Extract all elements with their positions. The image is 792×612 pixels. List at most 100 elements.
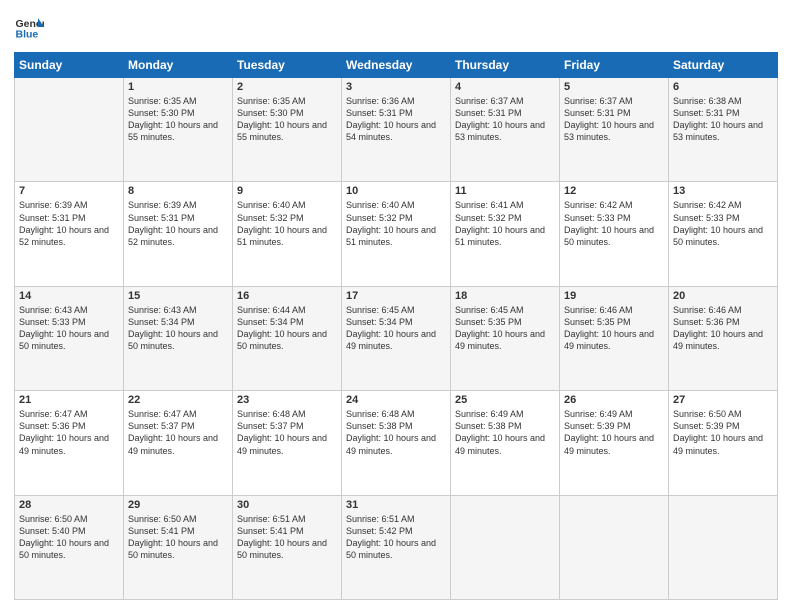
calendar-cell: 23 Sunrise: 6:48 AMSunset: 5:37 PMDayligh… [233, 391, 342, 495]
day-number: 5 [564, 81, 664, 93]
cell-info: Sunrise: 6:37 AMSunset: 5:31 PMDaylight:… [564, 95, 664, 144]
calendar-table: SundayMondayTuesdayWednesdayThursdayFrid… [14, 52, 778, 600]
cell-info: Sunrise: 6:45 AMSunset: 5:34 PMDaylight:… [346, 304, 446, 353]
day-number: 12 [564, 185, 664, 197]
cell-info: Sunrise: 6:50 AMSunset: 5:40 PMDaylight:… [19, 513, 119, 562]
day-number: 27 [673, 394, 773, 406]
day-header-sunday: Sunday [15, 53, 124, 78]
day-number: 22 [128, 394, 228, 406]
calendar-cell: 2 Sunrise: 6:35 AMSunset: 5:30 PMDaylight… [233, 78, 342, 182]
cell-info: Sunrise: 6:42 AMSunset: 5:33 PMDaylight:… [673, 199, 773, 248]
day-number: 20 [673, 290, 773, 302]
week-row-1: 7 Sunrise: 6:39 AMSunset: 5:31 PMDaylight… [15, 182, 778, 286]
day-number: 3 [346, 81, 446, 93]
cell-info: Sunrise: 6:50 AMSunset: 5:41 PMDaylight:… [128, 513, 228, 562]
calendar-cell [560, 495, 669, 599]
cell-info: Sunrise: 6:35 AMSunset: 5:30 PMDaylight:… [237, 95, 337, 144]
cell-info: Sunrise: 6:40 AMSunset: 5:32 PMDaylight:… [237, 199, 337, 248]
calendar-cell: 18 Sunrise: 6:45 AMSunset: 5:35 PMDayligh… [451, 286, 560, 390]
day-number: 1 [128, 81, 228, 93]
calendar-cell: 10 Sunrise: 6:40 AMSunset: 5:32 PMDayligh… [342, 182, 451, 286]
day-number: 7 [19, 185, 119, 197]
calendar-cell: 24 Sunrise: 6:48 AMSunset: 5:38 PMDayligh… [342, 391, 451, 495]
calendar-header-row: SundayMondayTuesdayWednesdayThursdayFrid… [15, 53, 778, 78]
calendar-cell: 8 Sunrise: 6:39 AMSunset: 5:31 PMDaylight… [124, 182, 233, 286]
cell-info: Sunrise: 6:50 AMSunset: 5:39 PMDaylight:… [673, 408, 773, 457]
logo: General Blue [14, 12, 44, 42]
calendar-cell: 19Sunrise: 6:46 AMSunset: 5:35 PMDayligh… [560, 286, 669, 390]
day-number: 24 [346, 394, 446, 406]
cell-info: Sunrise: 6:37 AMSunset: 5:31 PMDaylight:… [455, 95, 555, 144]
calendar-cell [451, 495, 560, 599]
calendar-cell: 21 Sunrise: 6:47 AMSunset: 5:36 PMDayligh… [15, 391, 124, 495]
header: General Blue [14, 12, 778, 42]
day-number: 29 [128, 499, 228, 511]
cell-info: Sunrise: 6:42 AMSunset: 5:33 PMDaylight:… [564, 199, 664, 248]
calendar-cell: 15Sunrise: 6:43 AMSunset: 5:34 PMDayligh… [124, 286, 233, 390]
calendar-cell: 31Sunrise: 6:51 AMSunset: 5:42 PMDayligh… [342, 495, 451, 599]
calendar-cell: 4 Sunrise: 6:37 AMSunset: 5:31 PMDaylight… [451, 78, 560, 182]
day-header-saturday: Saturday [669, 53, 778, 78]
calendar-cell: 3Sunrise: 6:36 AMSunset: 5:31 PMDaylight… [342, 78, 451, 182]
day-number: 21 [19, 394, 119, 406]
calendar-cell: 29 Sunrise: 6:50 AMSunset: 5:41 PMDayligh… [124, 495, 233, 599]
day-number: 26 [564, 394, 664, 406]
day-number: 23 [237, 394, 337, 406]
day-number: 31 [346, 499, 446, 511]
day-number: 9 [237, 185, 337, 197]
week-row-0: 1 Sunrise: 6:35 AMSunset: 5:30 PMDaylight… [15, 78, 778, 182]
cell-info: Sunrise: 6:39 AMSunset: 5:31 PMDaylight:… [128, 199, 228, 248]
calendar-cell: 14Sunrise: 6:43 AMSunset: 5:33 PMDayligh… [15, 286, 124, 390]
calendar-cell: 16 Sunrise: 6:44 AMSunset: 5:34 PMDayligh… [233, 286, 342, 390]
calendar-cell: 27 Sunrise: 6:50 AMSunset: 5:39 PMDayligh… [669, 391, 778, 495]
calendar-cell: 9 Sunrise: 6:40 AMSunset: 5:32 PMDaylight… [233, 182, 342, 286]
logo-icon: General Blue [14, 12, 44, 42]
day-number: 6 [673, 81, 773, 93]
cell-info: Sunrise: 6:51 AMSunset: 5:41 PMDaylight:… [237, 513, 337, 562]
week-row-2: 14Sunrise: 6:43 AMSunset: 5:33 PMDayligh… [15, 286, 778, 390]
cell-info: Sunrise: 6:35 AMSunset: 5:30 PMDaylight:… [128, 95, 228, 144]
cell-info: Sunrise: 6:48 AMSunset: 5:38 PMDaylight:… [346, 408, 446, 457]
week-row-4: 28 Sunrise: 6:50 AMSunset: 5:40 PMDayligh… [15, 495, 778, 599]
calendar-cell: 1 Sunrise: 6:35 AMSunset: 5:30 PMDaylight… [124, 78, 233, 182]
calendar-cell: 26 Sunrise: 6:49 AMSunset: 5:39 PMDayligh… [560, 391, 669, 495]
calendar-cell: 11Sunrise: 6:41 AMSunset: 5:32 PMDayligh… [451, 182, 560, 286]
calendar-cell: 12 Sunrise: 6:42 AMSunset: 5:33 PMDayligh… [560, 182, 669, 286]
svg-text:Blue: Blue [16, 29, 39, 41]
day-number: 16 [237, 290, 337, 302]
calendar-cell: 22 Sunrise: 6:47 AMSunset: 5:37 PMDayligh… [124, 391, 233, 495]
cell-info: Sunrise: 6:43 AMSunset: 5:34 PMDaylight:… [128, 304, 228, 353]
day-number: 19 [564, 290, 664, 302]
cell-info: Sunrise: 6:48 AMSunset: 5:37 PMDaylight:… [237, 408, 337, 457]
day-number: 25 [455, 394, 555, 406]
day-header-monday: Monday [124, 53, 233, 78]
cell-info: Sunrise: 6:49 AMSunset: 5:38 PMDaylight:… [455, 408, 555, 457]
cell-info: Sunrise: 6:39 AMSunset: 5:31 PMDaylight:… [19, 199, 119, 248]
day-number: 8 [128, 185, 228, 197]
day-number: 10 [346, 185, 446, 197]
calendar-cell: 28 Sunrise: 6:50 AMSunset: 5:40 PMDayligh… [15, 495, 124, 599]
calendar-cell: 17Sunrise: 6:45 AMSunset: 5:34 PMDayligh… [342, 286, 451, 390]
cell-info: Sunrise: 6:47 AMSunset: 5:37 PMDaylight:… [128, 408, 228, 457]
day-number: 30 [237, 499, 337, 511]
calendar-cell: 25 Sunrise: 6:49 AMSunset: 5:38 PMDayligh… [451, 391, 560, 495]
cell-info: Sunrise: 6:45 AMSunset: 5:35 PMDaylight:… [455, 304, 555, 353]
cell-info: Sunrise: 6:44 AMSunset: 5:34 PMDaylight:… [237, 304, 337, 353]
calendar-cell: 20 Sunrise: 6:46 AMSunset: 5:36 PMDayligh… [669, 286, 778, 390]
day-number: 18 [455, 290, 555, 302]
day-header-wednesday: Wednesday [342, 53, 451, 78]
calendar-cell: 30 Sunrise: 6:51 AMSunset: 5:41 PMDayligh… [233, 495, 342, 599]
cell-info: Sunrise: 6:46 AMSunset: 5:36 PMDaylight:… [673, 304, 773, 353]
day-number: 2 [237, 81, 337, 93]
day-header-friday: Friday [560, 53, 669, 78]
calendar-cell: 5 Sunrise: 6:37 AMSunset: 5:31 PMDaylight… [560, 78, 669, 182]
cell-info: Sunrise: 6:49 AMSunset: 5:39 PMDaylight:… [564, 408, 664, 457]
calendar-cell: 6Sunrise: 6:38 AMSunset: 5:31 PMDaylight… [669, 78, 778, 182]
day-number: 28 [19, 499, 119, 511]
day-number: 4 [455, 81, 555, 93]
day-number: 14 [19, 290, 119, 302]
day-number: 11 [455, 185, 555, 197]
cell-info: Sunrise: 6:40 AMSunset: 5:32 PMDaylight:… [346, 199, 446, 248]
cell-info: Sunrise: 6:47 AMSunset: 5:36 PMDaylight:… [19, 408, 119, 457]
calendar-cell [15, 78, 124, 182]
